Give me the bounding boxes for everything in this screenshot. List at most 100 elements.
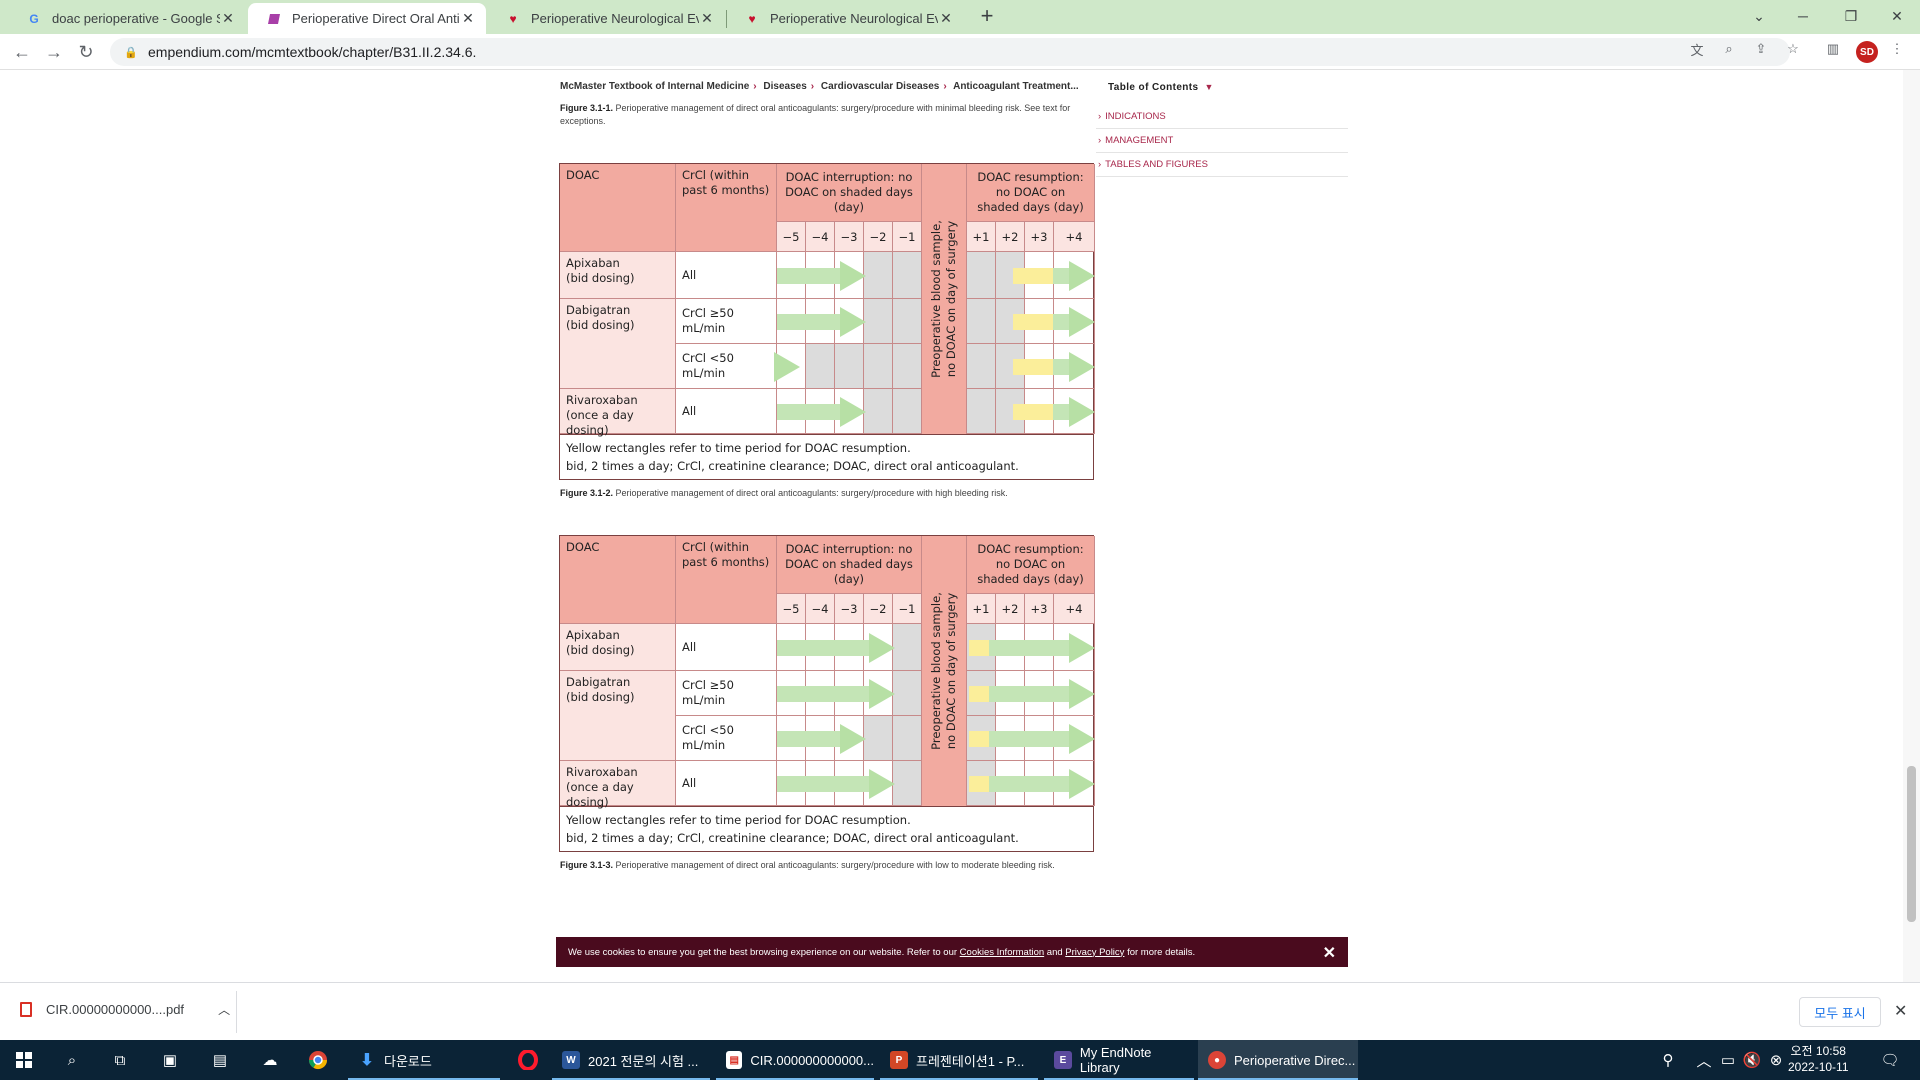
day-cell-shaded <box>967 252 996 299</box>
crcl-value: All <box>682 639 697 654</box>
surgery-day-column: Preoperative blood sample, no DOAC on day… <box>922 536 967 806</box>
chrome-icon[interactable] <box>306 1048 330 1072</box>
doac-figure-low-moderate-risk: DOAC CrCl (within past 6 months) DOAC inte… <box>559 535 1095 852</box>
day-label: −3 <box>840 601 858 616</box>
day-cell <box>806 344 835 389</box>
drug-name: Apixaban <box>566 628 620 642</box>
breadcrumb-item[interactable]: Anticoagulant Treatment... <box>953 81 1079 92</box>
minimize-button[interactable]: ─ <box>1780 0 1826 32</box>
close-window-button[interactable]: ✕ <box>1874 0 1920 32</box>
close-icon[interactable]: ✕ <box>938 10 954 27</box>
volume-muted-icon[interactable]: 🔇 <box>1740 1048 1764 1072</box>
download-icon: ⬇ <box>360 1052 374 1069</box>
taskbar-app-downloads[interactable]: ⬇ 다운로드 <box>348 1040 500 1080</box>
show-all-button[interactable]: 모두 표시 <box>1799 997 1881 1027</box>
back-arrow-icon[interactable]: ← <box>10 40 34 64</box>
day-header: −1 <box>893 594 922 624</box>
share-icon[interactable]: ⇪ <box>1752 40 1770 58</box>
close-icon[interactable]: ✕ <box>220 10 236 27</box>
header-doac-text: DOAC <box>566 540 600 554</box>
taskbar-app-powerpoint[interactable]: P 프레젠테이션1 - P... <box>880 1040 1038 1080</box>
tab-title: Perioperative Neurological Evalu <box>531 11 699 26</box>
restore-button[interactable]: ❐ <box>1828 0 1874 32</box>
chevron-up-icon[interactable]: ︿ <box>1692 1048 1716 1072</box>
arrow-head <box>869 632 895 663</box>
tab-perioperative-doac[interactable]: Perioperative Direct Oral Antico ✕ <box>248 3 486 34</box>
crcl-cell: All <box>676 761 777 806</box>
drug-cell: Rivaroxaban (once a day dosing) <box>560 761 676 809</box>
arrow-head <box>1069 632 1095 663</box>
drug-cell: Rivaroxaban (once a day dosing) <box>560 389 676 437</box>
drug-cell: Dabigatran (bid dosing) <box>560 299 676 389</box>
toc-header[interactable]: Table of Contents ▼ <box>1096 78 1348 97</box>
tab-google-search[interactable]: G doac perioperative - Google Se ✕ <box>8 3 246 34</box>
search-icon[interactable]: ⌕ <box>60 1048 84 1072</box>
network-icon[interactable]: ▭ <box>1716 1048 1740 1072</box>
translate-icon[interactable]: 文 <box>1688 40 1706 58</box>
day-cell <box>893 389 922 434</box>
bookmark-star-icon[interactable]: ☆ <box>1784 40 1802 58</box>
profile-avatar[interactable]: SD <box>1856 41 1878 63</box>
pinned-app-icon[interactable]: ▣ <box>158 1048 182 1072</box>
google-icon: G <box>29 11 39 26</box>
header-resumption: DOAC resumption: no DOAC on shaded days … <box>967 164 1095 222</box>
interruption-arrow <box>777 723 866 754</box>
day-header: +1 <box>967 222 996 252</box>
toc-item-management[interactable]: MANAGEMENT <box>1096 129 1348 153</box>
taskbar-app-pdf[interactable]: ▤ CIR.000000000000... <box>716 1040 874 1080</box>
breadcrumb-item[interactable]: McMaster Textbook of Internal Medicine <box>560 81 749 92</box>
interruption-arrow <box>777 768 895 799</box>
taskbar-app-endnote[interactable]: E My EndNote Library <box>1044 1040 1194 1080</box>
windows-start-icon[interactable] <box>12 1048 36 1072</box>
close-icon[interactable]: ✕ <box>1323 943 1336 963</box>
chevron-up-icon[interactable]: ︿ <box>218 1001 230 1018</box>
tab-search-chevron-icon[interactable]: ⌄ <box>1736 0 1782 32</box>
zoom-icon[interactable]: ⌕ <box>1720 40 1738 58</box>
close-icon[interactable]: ✕ <box>460 10 476 27</box>
address-bar[interactable]: 🔒 empendium.com/mcmtextbook/chapter/B31.… <box>110 38 1790 66</box>
cookies-information-link[interactable]: Cookies Information <box>960 947 1044 958</box>
pinned-app-icon[interactable]: ☁ <box>258 1048 282 1072</box>
arrow-body <box>980 685 1069 702</box>
arrow-head <box>1069 723 1095 754</box>
day-label: −5 <box>782 229 800 244</box>
breadcrumb-item[interactable]: Diseases <box>763 81 806 92</box>
day-header: −5 <box>777 594 806 624</box>
close-icon[interactable]: ✕ <box>699 10 715 27</box>
task-view-icon[interactable]: ⧉ <box>108 1048 132 1072</box>
arrow-head <box>1069 351 1095 382</box>
new-tab-button[interactable]: + <box>975 5 999 29</box>
footnote-line: bid, 2 times a day; CrCl, creatinine cle… <box>566 831 1019 845</box>
opera-icon[interactable] <box>516 1048 540 1072</box>
taskbar-app-chrome[interactable]: ● Perioperative Direc... <box>1198 1040 1358 1080</box>
page-scrollbar[interactable] <box>1903 70 1920 982</box>
people-icon[interactable]: ⚲ <box>1656 1048 1680 1072</box>
side-panel-icon[interactable]: ▥ <box>1824 40 1842 58</box>
header-crcl: CrCl (within past 6 months) <box>676 164 777 252</box>
crcl-cell: All <box>676 624 777 671</box>
forward-arrow-icon[interactable]: → <box>42 40 66 64</box>
pinned-app-icon[interactable]: ▤ <box>208 1048 232 1072</box>
toc-item-tables-figures[interactable]: TABLES AND FIGURES <box>1096 153 1348 177</box>
privacy-policy-link[interactable]: Privacy Policy <box>1065 947 1124 958</box>
taskbar-app-word[interactable]: W 2021 전문의 시험 ... <box>552 1040 710 1080</box>
system-clock[interactable]: 오전 10:58 2022-10-11 <box>1788 1043 1849 1075</box>
breadcrumb-item[interactable]: Cardiovascular Diseases <box>821 81 939 92</box>
day-header: −2 <box>864 222 893 252</box>
tab-neurological-eval-2[interactable]: ♥ Perioperative Neurological Evalu ✕ <box>726 3 964 34</box>
download-item[interactable]: CIR.00000000000....pdf ︿ <box>20 1001 230 1018</box>
notification-icon[interactable]: 🗨 <box>1878 1048 1902 1072</box>
day-label: +1 <box>972 229 990 244</box>
menu-kebab-icon[interactable]: ⋮ <box>1888 40 1906 58</box>
close-icon[interactable]: ✕ <box>1894 1001 1907 1021</box>
drug-dosing: (bid dosing) <box>566 318 635 332</box>
tab-neurological-eval-1[interactable]: ♥ Perioperative Neurological Evalu ✕ <box>487 3 725 34</box>
cookie-text-after: for more details. <box>1127 946 1196 958</box>
status-icon[interactable]: ⊗ <box>1764 1048 1788 1072</box>
header-interruption: DOAC interruption: no DOAC on shaded day… <box>777 164 922 222</box>
scroll-thumb[interactable] <box>1907 766 1916 922</box>
day-label: −1 <box>898 229 916 244</box>
reload-icon[interactable]: ↻ <box>74 40 98 64</box>
toc-item-indications[interactable]: INDICATIONS <box>1096 105 1348 129</box>
powerpoint-icon: P <box>890 1051 908 1069</box>
